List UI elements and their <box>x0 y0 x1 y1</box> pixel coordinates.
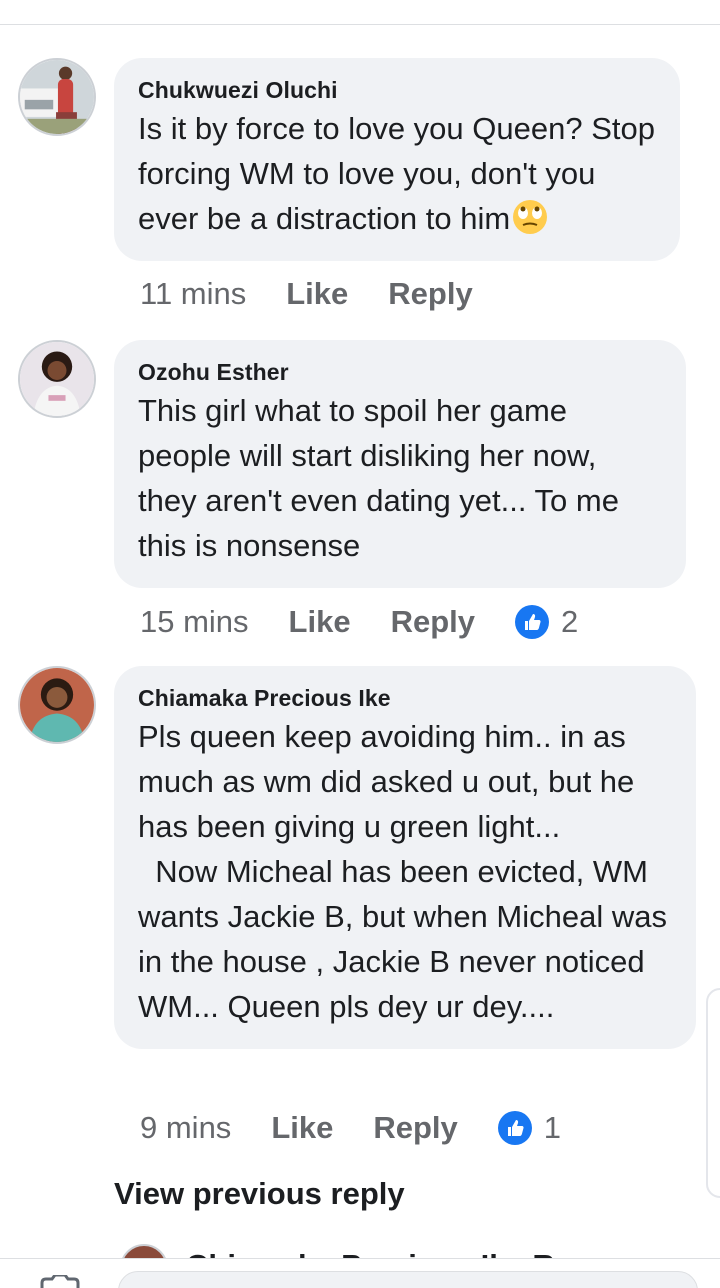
comment-time[interactable]: 11 mins <box>140 276 246 312</box>
reply-button[interactable]: Reply <box>373 1110 457 1146</box>
top-divider <box>0 24 720 25</box>
comment-author[interactable]: Ozohu Esther <box>138 358 662 386</box>
comment-time[interactable]: 9 mins <box>140 1110 231 1146</box>
comment-bubble[interactable]: Ozohu Esther This girl what to spoil her… <box>114 340 686 588</box>
comment-text-body: Is it by force to love you Queen? Stop f… <box>138 111 664 236</box>
reaction-count: 2 <box>561 604 579 639</box>
comment-time[interactable]: 15 mins <box>140 604 249 640</box>
like-button[interactable]: Like <box>286 276 348 312</box>
comment-text: Is it by force to love you Queen? Stop f… <box>138 106 656 241</box>
reaction-summary[interactable]: 1 <box>497 1110 562 1146</box>
thumbs-up-icon <box>515 605 549 639</box>
view-previous-reply-link[interactable]: View previous reply <box>114 1176 405 1212</box>
comment-meta: 15 mins Like Reply 2 <box>140 602 578 642</box>
reaction-summary[interactable]: 2 <box>515 604 578 640</box>
comment-composer-bar <box>0 1258 720 1288</box>
reaction-count: 1 <box>543 1110 562 1145</box>
like-button[interactable]: Like <box>289 604 351 640</box>
comment-text: Pls queen keep avoiding him.. in as much… <box>138 719 667 1024</box>
comment-meta: 9 mins Like Reply 1 <box>140 1108 561 1148</box>
like-button[interactable]: Like <box>271 1110 333 1146</box>
comment-author[interactable]: Chiamaka Precious Ike <box>138 684 672 712</box>
comment-text: This girl what to spoil her game people … <box>138 393 628 563</box>
scrollbar-thumb[interactable] <box>706 988 720 1198</box>
avatar[interactable] <box>18 666 96 744</box>
reply-button[interactable]: Reply <box>388 276 472 312</box>
camera-icon[interactable] <box>38 1275 82 1288</box>
avatar[interactable] <box>18 58 96 136</box>
comment-input[interactable] <box>118 1271 698 1288</box>
comment-bubble[interactable]: Chukwuezi Oluchi Is it by force to love … <box>114 58 680 261</box>
comment-bubble[interactable]: Chiamaka Precious Ike Pls queen keep avo… <box>114 666 696 1049</box>
comment-meta: 11 mins Like Reply <box>140 274 513 314</box>
reply-button[interactable]: Reply <box>391 604 475 640</box>
comment-author[interactable]: Chukwuezi Oluchi <box>138 76 656 104</box>
avatar[interactable] <box>18 340 96 418</box>
eye-roll-emoji-icon <box>513 200 548 234</box>
thumbs-up-icon <box>497 1111 532 1145</box>
